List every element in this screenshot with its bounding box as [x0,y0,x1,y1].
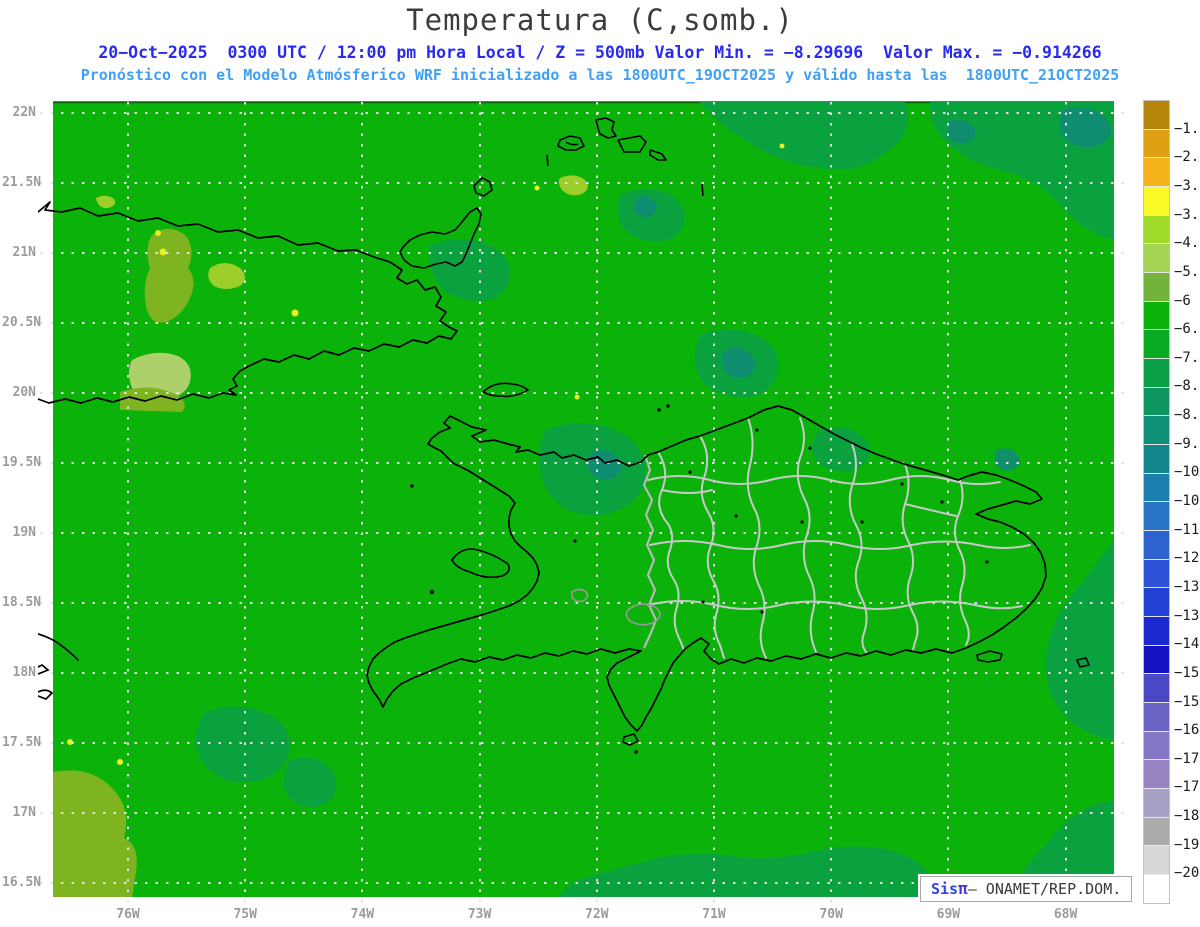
colorbar-tick-label: −12.3 [1174,550,1200,567]
colorbar-segment [1144,473,1169,503]
colorbar-segment [1144,645,1169,675]
colorbar-segment [1144,416,1169,446]
lat-tick-label: 21N [12,245,36,260]
colorbar-segment [1144,617,1169,646]
colorbar-segment [1144,817,1169,847]
colorbar-tick-label: −9.5 [1174,435,1200,452]
colorbar-tick-label: −15.1 [1174,664,1200,681]
colorbar-segment [1144,502,1169,532]
colorbar-segment [1144,129,1169,159]
lat-tick-label: 20N [12,385,36,400]
lat-tick-label: 17N [12,805,36,820]
weather-map-page: Temperatura (C,somb.) 20−Oct−2025 0300 U… [0,0,1200,927]
colorbar-segment [1144,846,1169,876]
colorbar-segment [1144,731,1169,761]
colorbar-tick-label: −3.2 [1174,177,1200,194]
colorbar-tick-label: −3.9 [1174,206,1200,223]
colorbar-tick-label: −16.5 [1174,722,1200,739]
colorbar-tick-label: −8.1 [1174,378,1200,395]
colorbar-tick-label: −20 [1174,865,1200,882]
colorbar-tick-label: −19.3 [1174,836,1200,853]
colorbar-segment [1144,244,1169,274]
colorbar-segment [1144,674,1169,704]
lat-tick-label: 17.5N [2,735,42,750]
colorbar-segment [1144,875,1169,903]
colorbar-segment [1144,301,1169,331]
colorbar-tick-label: −13 [1174,578,1200,595]
lat-tick-label: 18N [12,665,36,680]
colorbar-tick-label: −6 [1174,292,1191,309]
lon-tick-label: 68W [1053,907,1078,922]
colorbar-tick-label: −18.6 [1174,808,1200,825]
map-canvas [38,101,1128,903]
colorbar-tick-label: −17.2 [1174,750,1200,767]
lat-tick-label: 19.5N [2,455,42,470]
lat-tick-label: 18.5N [2,595,42,610]
colorbar-segment [1144,359,1169,388]
colorbar-segment [1144,387,1169,417]
colorbar-segment [1144,330,1169,360]
lon-tick-label: 69W [936,907,961,922]
lon-tick-label: 73W [467,907,492,922]
colorbar-segment [1144,789,1169,818]
lon-tick-label: 70W [819,907,843,922]
lat-tick-label: 19N [12,525,36,540]
lat-tick-label: 22N [12,105,36,120]
lat-tick-label: 16.5N [2,875,42,890]
model-init-line: Pronóstico con el Modelo Atmósferico WRF… [80,66,1120,84]
colorbar-segment [1144,588,1169,618]
colorbar-segment [1144,215,1169,245]
lon-tick-label: 72W [585,907,609,922]
lon-tick-label: 71W [702,907,726,922]
colorbar-segment [1144,273,1169,302]
colorbar-segment [1144,158,1169,188]
map-area [38,100,1135,905]
lon-tick-label: 74W [350,907,375,922]
colorbar-segment [1144,703,1169,732]
colorbar-tick-label: −13.7 [1174,607,1200,624]
forecast-valid-time-line: 20−Oct−2025 0300 UTC / 12:00 pm Hora Loc… [98,43,1102,62]
colorbar-segment [1144,101,1169,130]
colorbar-tick-label: −4.6 [1174,235,1200,252]
colorbar-tick-label: −6.7 [1174,321,1200,338]
colorbar-segment [1144,531,1169,560]
colorbar-tick-label: −11.6 [1174,521,1200,538]
colorbar-tick-label: −17.9 [1174,779,1200,796]
colorbar-tick-label: −14.4 [1174,636,1200,653]
pi-logo-icon: π [958,879,968,898]
lat-tick-label: 21.5N [2,175,42,190]
colorbar-segment [1144,445,1169,474]
colorbar-tick-label: −8.8 [1174,407,1200,424]
attribution-box: Sisπ– ONAMET/REP.DOM. [920,876,1133,902]
colorbar-tick-label: −2.5 [1174,149,1200,166]
colorbar-tick-label: −5.3 [1174,263,1200,280]
colorbar-segment [1144,559,1169,589]
lon-tick-label: 76W [116,907,140,922]
colorbar-tick-label: −1.8 [1174,120,1200,137]
lat-tick-label: 20.5N [2,315,42,330]
colorbar-tick-label: −7.4 [1174,349,1200,366]
attribution-sis: Sis [931,880,959,898]
colorbar-tick-label: −10.2 [1174,464,1200,481]
lon-tick-label: 75W [233,907,257,922]
colorbar-tick-label: −15.8 [1174,693,1200,710]
colorbar-tick-label: −10.9 [1174,493,1200,509]
colorbar-segment [1144,760,1169,790]
page-title: Temperatura (C,somb.) [406,3,794,37]
colorbar [1143,100,1170,904]
attribution-text: – ONAMET/REP.DOM. [967,880,1122,898]
colorbar-segment [1144,187,1169,216]
